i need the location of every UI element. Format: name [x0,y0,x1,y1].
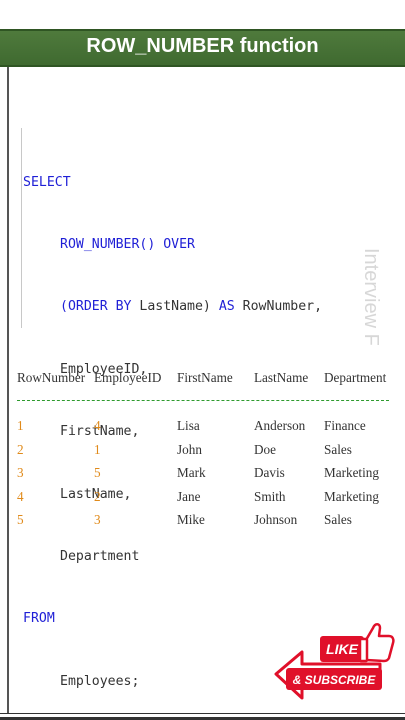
code-line-row-number: ROW_NUMBER() OVER [60,236,195,252]
title-banner: ROW_NUMBER function [0,29,405,67]
like-subscribe-badge[interactable]: LIKE & SUBSCRIBE [272,614,396,706]
column-header-lastname: LastName [254,370,309,385]
column-header-department: Department [324,370,387,385]
code-line-department: Department [60,548,140,564]
bottom-border [0,713,405,720]
subscribe-text: & SUBSCRIBE [293,673,377,687]
column-header-firstname: FirstName [177,370,233,385]
code-line-order-by: (ORDER BY LastName) AS RowNumber, [60,299,323,315]
like-text: LIKE [326,641,359,657]
thumbs-up-icon [358,623,395,663]
page-title: ROW_NUMBER function [86,35,319,57]
column-header-employeeid: EmployeeID [94,370,162,385]
code-gutter-line [21,128,22,328]
watermark-text: Interview F [360,248,382,346]
code-line-select: SELECT [23,174,71,190]
column-header-rownumber: RowNumber [17,370,86,385]
header-separator [17,400,389,401]
